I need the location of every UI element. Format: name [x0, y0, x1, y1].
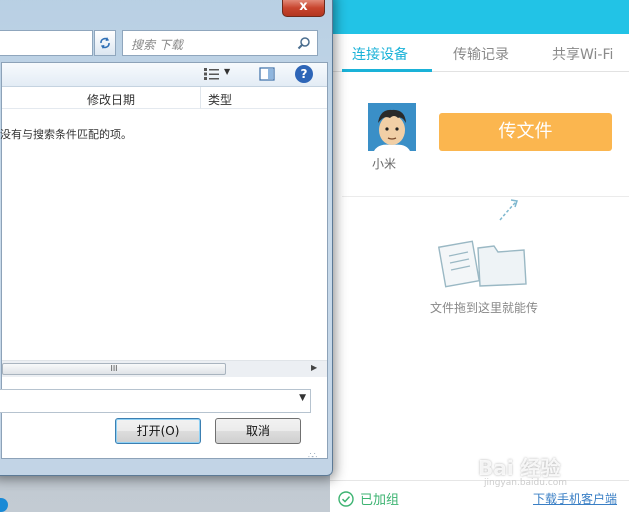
- scroll-right-arrow-icon[interactable]: ▶: [311, 363, 317, 372]
- column-separator: [200, 87, 201, 109]
- file-list-pane[interactable]: ▼ ? 修改日期 类型 没有与搜索条件匹配的项。 III ▶ ▼ 打开(O) 取…: [0, 62, 328, 459]
- device-name: 小米: [372, 157, 397, 171]
- refresh-icon: [100, 37, 110, 49]
- file-type-combo[interactable]: ▼: [0, 389, 311, 413]
- refresh-button[interactable]: [94, 30, 116, 56]
- empty-result-message: 没有与搜索条件匹配的项。: [0, 128, 132, 141]
- baidu-watermark: Bai 经验: [478, 456, 561, 480]
- chevron-down-icon[interactable]: ▼: [299, 393, 306, 403]
- tab-transfer-history[interactable]: 传输记录: [453, 44, 509, 64]
- resize-grip-icon[interactable]: ∴∴: [308, 451, 317, 460]
- column-date-modified[interactable]: 修改日期: [87, 91, 135, 108]
- search-icon[interactable]: [297, 36, 311, 50]
- open-file-dialog: x ▼ 搜索 下载 ▼ ?: [0, 0, 333, 476]
- horizontal-scrollbar[interactable]: III ▶: [2, 360, 327, 377]
- tab-share-wifi[interactable]: 共享Wi-Fi: [552, 44, 613, 64]
- tab-connect-device[interactable]: 连接设备: [352, 44, 408, 64]
- drop-hint-text: 文件拖到这里就能传: [430, 301, 539, 315]
- drop-files-illustration-icon: [438, 199, 527, 288]
- device-avatar[interactable]: [368, 103, 416, 151]
- chevron-down-icon[interactable]: ▼: [224, 67, 230, 76]
- app-tab-bar: 连接设备 传输记录 共享Wi-Fi: [330, 34, 629, 72]
- column-header: 修改日期 类型: [2, 87, 327, 109]
- file-transfer-app: 连接设备 传输记录 共享Wi-Fi 小米 传文件 文件拖到这里就能传 已加组 下…: [330, 0, 629, 512]
- group-status-text: 已加组: [360, 493, 400, 508]
- watermark-url: jingyan.baidu.com: [484, 478, 568, 488]
- app-footer: 已加组 下载手机客户端: [330, 480, 629, 512]
- dialog-toolbar: ▼ ?: [2, 63, 327, 87]
- open-button[interactable]: 打开(O): [115, 418, 201, 444]
- search-input[interactable]: 搜索 下载: [122, 30, 318, 56]
- avatar-icon: [368, 103, 416, 151]
- help-icon[interactable]: ?: [295, 65, 313, 83]
- app-header-bar: [330, 0, 629, 34]
- active-tab-indicator: [342, 69, 432, 72]
- view-options-icon[interactable]: [204, 68, 220, 80]
- close-button[interactable]: x: [282, 0, 325, 17]
- address-bar[interactable]: ▼: [0, 30, 93, 88]
- scrollbar-thumb[interactable]: III: [2, 363, 226, 375]
- download-client-link[interactable]: 下载手机客户端: [533, 490, 617, 507]
- group-status: 已加组: [338, 489, 399, 508]
- send-file-button[interactable]: 传文件: [439, 113, 612, 151]
- check-circle-icon: [338, 490, 354, 507]
- cancel-button[interactable]: 取消: [215, 418, 301, 444]
- column-type[interactable]: 类型: [208, 91, 232, 108]
- preview-pane-icon[interactable]: [259, 66, 275, 82]
- search-placeholder: 搜索 下载: [131, 38, 183, 52]
